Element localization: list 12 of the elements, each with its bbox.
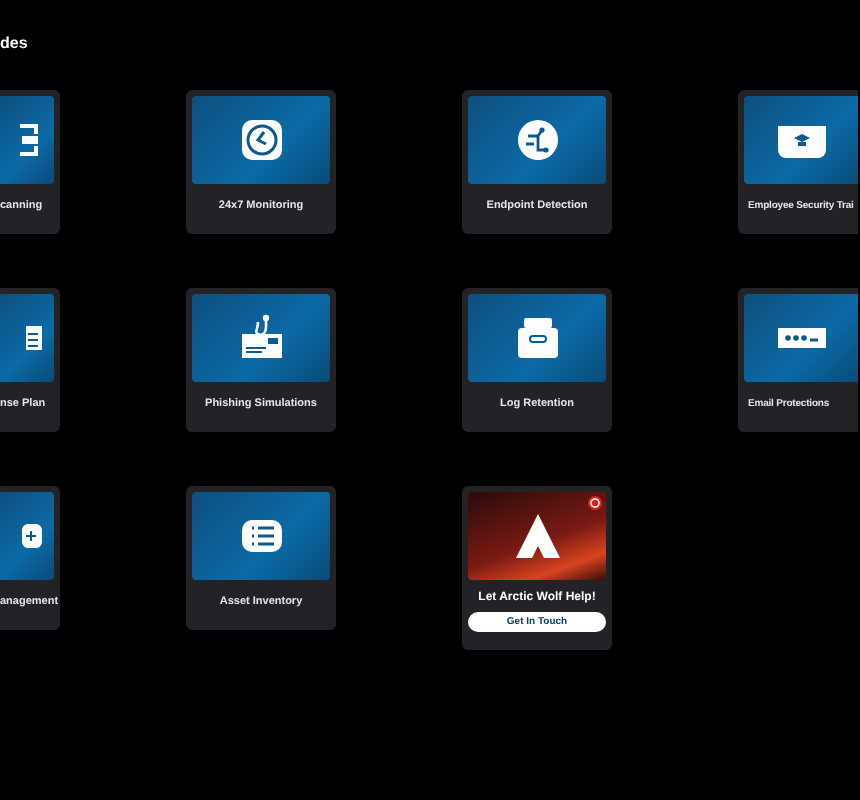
password-field-icon xyxy=(777,328,825,348)
network-icon xyxy=(517,120,557,160)
graduation-cap-icon xyxy=(777,122,825,158)
badge-icon xyxy=(588,496,602,510)
plus-icon xyxy=(22,524,42,548)
list-icon xyxy=(241,520,281,552)
card-hook-icon xyxy=(237,314,285,362)
triangle-logo-icon xyxy=(515,514,559,558)
section-heading: des xyxy=(0,34,30,54)
clock-icon xyxy=(241,120,281,160)
document-icon xyxy=(26,326,42,350)
file-box-icon xyxy=(517,318,557,358)
